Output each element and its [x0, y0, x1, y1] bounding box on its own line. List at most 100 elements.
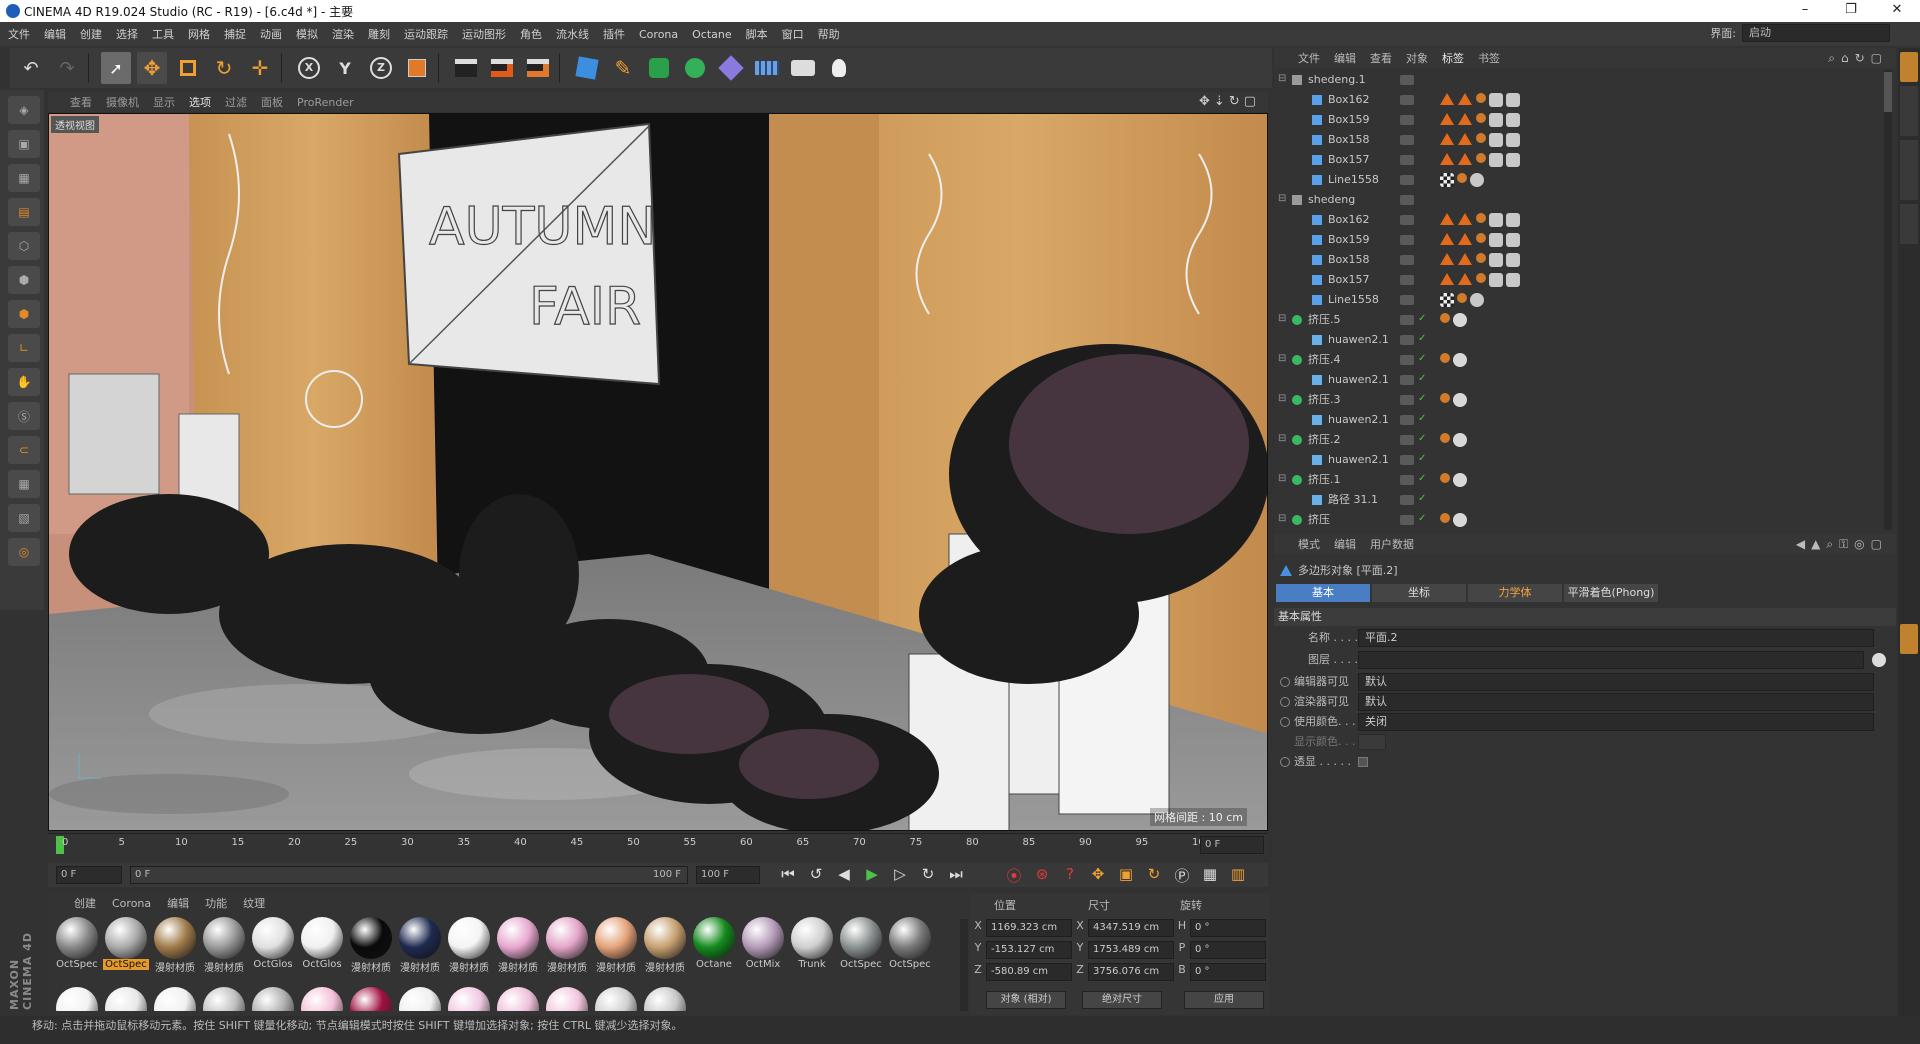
visibility-toggle[interactable] — [1400, 435, 1414, 445]
texture-tag-icon[interactable] — [1476, 273, 1486, 283]
visibility-toggle[interactable] — [1400, 175, 1414, 185]
material-swatch[interactable]: OctMix — [740, 917, 786, 971]
material-tag-icon[interactable] — [1506, 273, 1520, 287]
object-name[interactable]: Box157 — [1328, 150, 1369, 170]
timeline-ruler[interactable]: 0510152025303540455055606570758085909510… — [48, 833, 1268, 855]
menu-file[interactable]: 文件 — [8, 26, 30, 42]
tab-basic[interactable]: 基本 — [1276, 584, 1370, 602]
material-tag-icon[interactable] — [1506, 133, 1520, 147]
z-axis-button[interactable]: Z — [366, 52, 396, 84]
material-tag-icon[interactable] — [1453, 353, 1467, 367]
material-tag-icon[interactable] — [1453, 393, 1467, 407]
phong-tag-icon[interactable] — [1440, 133, 1454, 145]
object-row[interactable]: ⊟ shedeng.1 — [1274, 70, 1884, 90]
menu-octane[interactable]: Octane — [692, 28, 732, 41]
material-tag-icon[interactable] — [1506, 153, 1520, 167]
object-row[interactable]: ⊟ 挤压.5 ✓ — [1274, 310, 1884, 330]
menu-mesh[interactable]: 网格 — [188, 26, 210, 42]
enabled-check-icon[interactable]: ✓ — [1418, 513, 1426, 524]
visibility-toggle[interactable] — [1400, 135, 1414, 145]
side-tab-attributes[interactable] — [1900, 624, 1918, 654]
phong-tag-icon[interactable] — [1458, 233, 1472, 245]
layer-picker-icon[interactable] — [1872, 653, 1886, 667]
object-scrollbar-thumb[interactable] — [1884, 72, 1892, 112]
material-swatch[interactable] — [299, 987, 345, 1011]
visibility-toggle[interactable] — [1400, 495, 1414, 505]
object-name[interactable]: Line1558 — [1328, 170, 1379, 190]
material-swatch[interactable] — [152, 987, 198, 1011]
position-y-field[interactable]: -153.127 cm — [986, 941, 1072, 959]
phong-tag-icon[interactable] — [1458, 153, 1472, 165]
texture-tag-icon[interactable] — [1476, 113, 1486, 123]
use-color-radio[interactable] — [1280, 717, 1290, 727]
obj-menu-tags[interactable]: 标签 — [1442, 50, 1464, 66]
menu-motion-tracking[interactable]: 运动跟踪 — [404, 26, 448, 42]
tab-coordinates[interactable]: 坐标 — [1372, 584, 1466, 602]
material-swatch[interactable]: Octane — [691, 917, 737, 971]
object-name[interactable]: 挤压.3 — [1308, 390, 1341, 410]
mat-menu-function[interactable]: 功能 — [205, 895, 227, 911]
material-swatch[interactable]: 漫射材质 — [397, 917, 443, 974]
material-tag-icon[interactable] — [1489, 113, 1503, 127]
mat-menu-edit[interactable]: 编辑 — [167, 895, 189, 911]
object-row[interactable]: Box162 — [1274, 210, 1884, 230]
enabled-check-icon[interactable]: ✓ — [1418, 473, 1426, 484]
rotate-tool-button[interactable]: ↻ — [209, 52, 239, 84]
object-row[interactable]: ⊟ 挤压.3 ✓ — [1274, 390, 1884, 410]
material-tag-icon[interactable] — [1453, 433, 1467, 447]
texture-tag-icon[interactable] — [1440, 473, 1450, 483]
object-name[interactable]: 挤压 — [1308, 510, 1330, 530]
enabled-check-icon[interactable]: ✓ — [1418, 353, 1426, 364]
expand-icon[interactable]: ⊟ — [1278, 513, 1286, 524]
visibility-toggle[interactable] — [1400, 295, 1414, 305]
texture-tag-icon[interactable] — [1476, 233, 1486, 243]
object-name[interactable]: huawen2.1 — [1328, 370, 1389, 390]
render-visible-select[interactable]: 默认 — [1358, 693, 1874, 711]
menu-create[interactable]: 创建 — [80, 26, 102, 42]
checker-tag-icon[interactable] — [1440, 173, 1454, 187]
mat-menu-corona[interactable]: Corona — [112, 897, 151, 910]
material-swatch[interactable]: 漫射材质 — [201, 917, 247, 974]
visibility-toggle[interactable] — [1400, 355, 1414, 365]
rotation-p-field[interactable]: 0 ° — [1190, 941, 1266, 959]
menu-select[interactable]: 选择 — [116, 26, 138, 42]
object-row[interactable]: Box158 — [1274, 130, 1884, 150]
tab-phong[interactable]: 平滑着色(Phong) — [1564, 584, 1658, 602]
visibility-toggle[interactable] — [1400, 235, 1414, 245]
menu-script[interactable]: 脚本 — [746, 26, 768, 42]
texture-tag-icon[interactable] — [1476, 153, 1486, 163]
editor-visible-select[interactable]: 默认 — [1358, 673, 1874, 691]
object-name[interactable]: 挤压.5 — [1308, 310, 1341, 330]
phong-tag-icon[interactable] — [1458, 253, 1472, 265]
locked-workplane-button[interactable]: ▦ — [8, 470, 40, 498]
viewport-menu-view[interactable]: 查看 — [70, 94, 92, 110]
side-tab-structure[interactable] — [1900, 140, 1918, 200]
object-name[interactable]: Box157 — [1328, 270, 1369, 290]
key-position-icon[interactable]: ✥ — [1084, 865, 1112, 886]
key-parameter-icon[interactable]: Ⓟ — [1168, 865, 1196, 886]
preview-range-slider[interactable]: 0 F 100 F — [130, 866, 688, 884]
object-row[interactable]: huawen2.1 ✓ — [1274, 410, 1884, 430]
expand-icon[interactable]: ⊟ — [1278, 433, 1286, 444]
object-row[interactable]: huawen2.1 ✓ — [1274, 370, 1884, 390]
object-row[interactable]: Line1558 — [1274, 170, 1884, 190]
render-settings-button[interactable] — [523, 52, 553, 84]
object-row[interactable]: Box157 — [1274, 270, 1884, 290]
viewport-menu-display[interactable]: 显示 — [153, 94, 175, 110]
render-visible-radio[interactable] — [1280, 697, 1290, 707]
menu-animate[interactable]: 动画 — [260, 26, 282, 42]
attr-menu-userdata[interactable]: 用户数据 — [1370, 536, 1414, 552]
obj-menu-edit[interactable]: 编辑 — [1334, 50, 1356, 66]
step-forward-icon[interactable]: ▷ — [886, 865, 914, 883]
size-z-field[interactable]: 3756.076 cm — [1088, 963, 1174, 981]
pen-button[interactable]: ✎ — [608, 52, 638, 84]
minimize-button[interactable]: – — [1782, 0, 1828, 22]
select-tool-button[interactable]: ➚ — [101, 52, 131, 84]
phong-tag-icon[interactable] — [1440, 213, 1454, 225]
rotation-b-field[interactable]: 0 ° — [1190, 963, 1266, 981]
material-tag-icon[interactable] — [1470, 173, 1484, 187]
move-tool-button[interactable]: ✥ — [137, 52, 167, 84]
material-swatch[interactable] — [446, 987, 492, 1011]
material-swatch[interactable] — [348, 987, 394, 1011]
material-swatch[interactable]: OctSpec — [887, 917, 933, 971]
